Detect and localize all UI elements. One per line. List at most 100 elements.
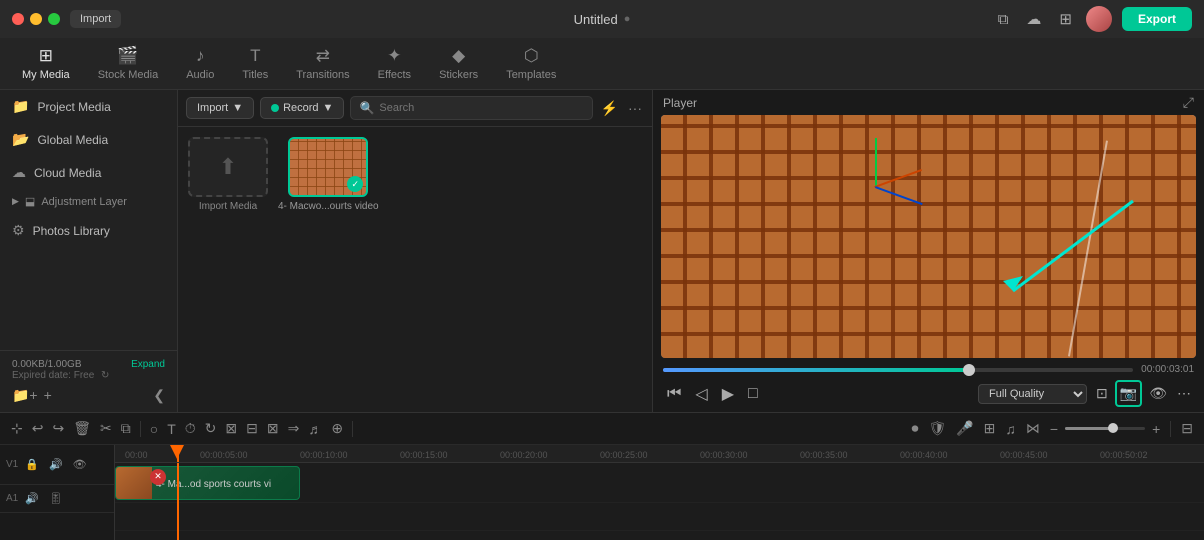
eye-icon[interactable]: 👁 xyxy=(1146,380,1170,407)
plus-icon[interactable]: + xyxy=(1149,419,1163,439)
sidebar-item-project-media[interactable]: 📁 Project Media xyxy=(0,90,177,123)
minus-icon[interactable]: − xyxy=(1047,419,1061,439)
zoom-thumb[interactable] xyxy=(1108,423,1118,433)
close-button[interactable] xyxy=(12,13,24,25)
avatar[interactable] xyxy=(1086,6,1112,32)
tab-stock-media[interactable]: 🎬 Stock Media xyxy=(84,40,173,87)
track-audio-icon[interactable]: 🔊 xyxy=(46,456,66,473)
clip-delete-icon[interactable]: ✕ xyxy=(150,469,166,485)
undo-icon[interactable]: ↩ xyxy=(29,418,47,439)
sidebar-item-photos-library[interactable]: ⚙ Photos Library xyxy=(0,214,177,247)
delete-icon[interactable]: 🗑 xyxy=(70,418,94,439)
select-tool-icon[interactable]: ⊹ xyxy=(8,418,26,439)
split-icon[interactable]: ⊟ xyxy=(243,418,261,439)
track-eye-icon[interactable]: 👁 xyxy=(70,456,90,473)
ruler-10: 00:00:10:00 xyxy=(300,450,348,460)
record-tl-icon[interactable]: ⏺ xyxy=(908,418,921,439)
trim-icon[interactable]: ⊠ xyxy=(264,418,282,439)
rotate-icon[interactable]: ↻ xyxy=(202,418,220,439)
music-icon[interactable]: ♫ xyxy=(1002,419,1019,439)
import-media-item[interactable]: ⬆ Import Media xyxy=(188,137,268,212)
export-button[interactable]: Export xyxy=(1122,7,1192,31)
tab-transitions[interactable]: ⇄ Transitions xyxy=(282,40,363,87)
mask-icon[interactable]: ○ xyxy=(147,419,161,439)
player-fullscreen-icon[interactable]: ⤢ xyxy=(1183,94,1194,111)
grid-icon[interactable]: ⊞ xyxy=(1055,8,1076,30)
tab-my-media[interactable]: ⊞ My Media xyxy=(8,40,84,87)
media-toolbar: Import ▼ Record ▼ 🔍 ⚡ ··· xyxy=(178,90,652,127)
crop-icon[interactable]: ⊡ xyxy=(1093,380,1111,407)
sidebar-item-cloud-media[interactable]: ☁ Cloud Media xyxy=(0,156,177,189)
collapse-sidebar-icon[interactable]: ❮ xyxy=(153,387,165,404)
text-icon[interactable]: T xyxy=(164,419,179,439)
layout-icon[interactable]: ⊟ xyxy=(1178,418,1196,439)
divider-2 xyxy=(352,421,353,437)
title-right: ⧉ ☁ ⊞ Export xyxy=(994,6,1192,32)
cut-icon[interactable]: ✂ xyxy=(97,418,115,439)
video-media-item[interactable]: ✓ 4- Macwo...ourts video xyxy=(278,137,379,212)
layer-icon[interactable]: ⊞ xyxy=(981,418,999,439)
mic-icon[interactable]: 🎤 xyxy=(953,418,976,439)
expand-link[interactable]: Expand xyxy=(131,359,165,370)
ruler-20: 00:00:20:00 xyxy=(500,450,548,460)
tab-templates[interactable]: ⬡ Templates xyxy=(492,40,570,87)
play-button[interactable]: ▶ xyxy=(718,382,738,406)
search-input[interactable] xyxy=(379,102,583,114)
copy-icon[interactable]: ⧉ xyxy=(118,418,134,439)
cloud-icon[interactable]: ☁ xyxy=(1022,8,1045,30)
merge-icon[interactable]: ⋈ xyxy=(1023,418,1043,439)
screenshot-icon[interactable]: 📷 xyxy=(1115,380,1142,407)
quality-dropdown[interactable]: Full Quality Half Quality Quarter Qualit… xyxy=(978,384,1087,404)
zoom-track[interactable] xyxy=(1065,427,1145,430)
fullscreen-button[interactable] xyxy=(48,13,60,25)
track-header-v1: V1 🔒 🔊 👁 xyxy=(0,445,114,485)
player-panel: Player ⤢ xyxy=(653,90,1204,412)
track-a1-audio-icon[interactable]: 🔊 xyxy=(22,490,42,507)
add-icon[interactable]: + xyxy=(44,387,52,404)
progress-thumb[interactable] xyxy=(963,364,975,376)
import-chevron-icon: ▼ xyxy=(232,102,243,114)
crop-tool-icon[interactable]: ⊠ xyxy=(222,418,240,439)
timer-icon[interactable]: ⏱ xyxy=(182,418,199,439)
track-a1-volume-icon[interactable]: 🎚 xyxy=(46,490,66,507)
track-lock-icon[interactable]: 🔒 xyxy=(22,456,42,473)
add-folder-icon[interactable]: 📁+ xyxy=(12,387,38,404)
filter-icon[interactable]: ⚡ xyxy=(599,98,620,119)
sidebar-expand-adjustment[interactable]: ▶ ⬓ Adjustment Layer xyxy=(0,189,177,214)
more-player-icon[interactable]: ⋯ xyxy=(1174,380,1194,407)
zoom-fill xyxy=(1065,427,1113,430)
tab-effects[interactable]: ✦ Effects xyxy=(364,40,425,87)
minimize-button[interactable] xyxy=(30,13,42,25)
audio-enhance-icon[interactable]: ♬ xyxy=(305,419,325,439)
tab-audio[interactable]: ♪ Audio xyxy=(172,40,228,87)
media-panel: Import ▼ Record ▼ 🔍 ⚡ ··· ⬆ Import Media xyxy=(178,90,653,412)
ruler-0: 00:00 xyxy=(125,450,148,460)
redo-icon[interactable]: ↪ xyxy=(49,418,67,439)
progress-track[interactable] xyxy=(663,368,1133,372)
tab-stickers[interactable]: ◆ Stickers xyxy=(425,40,492,87)
video-scene xyxy=(661,115,1196,358)
frame-back-icon[interactable]: ◁ xyxy=(691,382,711,406)
ai-icon[interactable]: ⊕ xyxy=(328,418,346,439)
record-dropdown-button[interactable]: Record ▼ xyxy=(260,97,344,119)
video-grid-overlay xyxy=(661,115,1196,358)
frame-forward-icon[interactable]: □ xyxy=(744,383,762,405)
record-dot-icon xyxy=(271,104,279,112)
sidebar-item-global-media[interactable]: 📂 Global Media xyxy=(0,123,177,156)
timeline-ruler: 00:00 00:00:05:00 00:00:10:00 00:00:15:0… xyxy=(115,445,1204,463)
divider-1 xyxy=(140,421,141,437)
import-button[interactable]: Import xyxy=(70,10,121,28)
import-dropdown-button[interactable]: Import ▼ xyxy=(186,97,254,119)
more-options-icon[interactable]: ··· xyxy=(626,98,644,118)
window-icon[interactable]: ⧉ xyxy=(994,9,1013,30)
shield-icon[interactable]: 🛡 xyxy=(925,418,949,439)
video-clip[interactable]: ✕ 4- Ma...od sports courts vi xyxy=(115,466,300,500)
tab-titles[interactable]: T Titles xyxy=(228,40,282,87)
ruler-45: 00:00:45:00 xyxy=(1000,450,1048,460)
record-label: Record xyxy=(283,102,318,114)
ruler-30: 00:00:30:00 xyxy=(700,450,748,460)
refresh-icon[interactable]: ↻ xyxy=(101,370,109,381)
clip-name: 4- Ma...od sports courts vi xyxy=(156,479,271,490)
speed-icon[interactable]: ⇒ xyxy=(285,418,303,439)
skip-back-icon[interactable]: ⏮ xyxy=(663,383,685,405)
